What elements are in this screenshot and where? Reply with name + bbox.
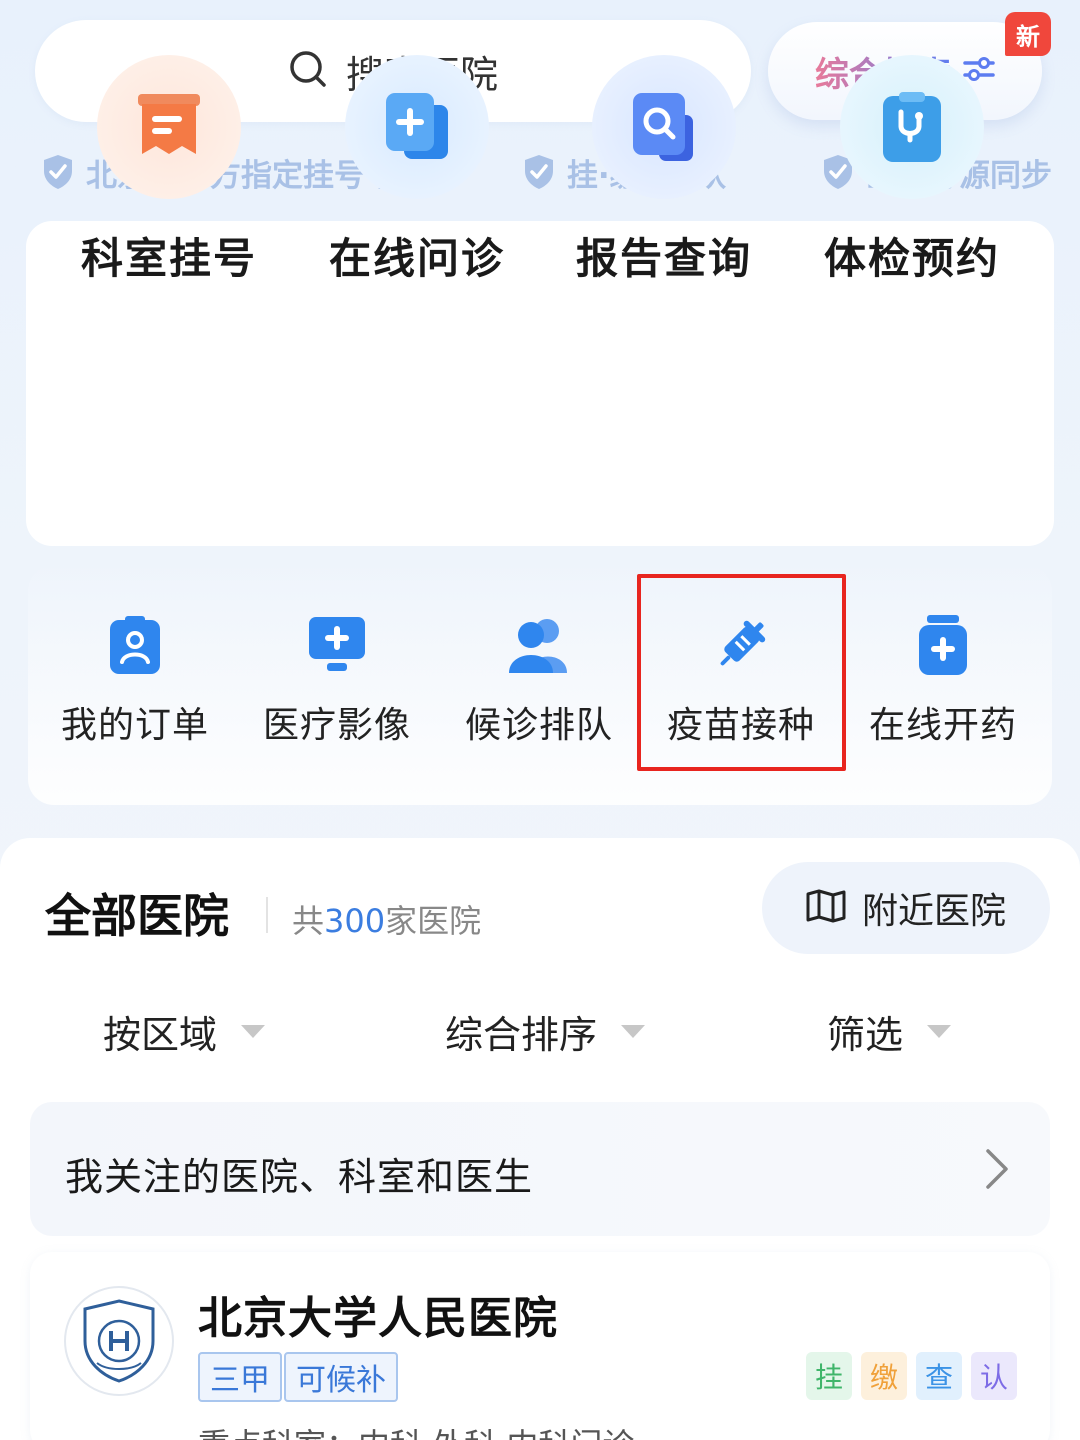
filter-label: 筛选: [827, 1013, 904, 1057]
department-register-icon: [97, 55, 241, 199]
tag-waitlist: 可候补: [284, 1352, 398, 1402]
medical-imaging-icon: [237, 610, 437, 680]
queue-icon: [439, 610, 639, 680]
secondary-label: 我的订单: [60, 705, 209, 746]
count-suffix: 家医院: [385, 902, 482, 940]
secondary-prescription[interactable]: 在线开药: [843, 610, 1043, 748]
service-report-search[interactable]: 报告查询: [549, 55, 779, 286]
count-prefix: 共: [292, 902, 325, 940]
new-badge: 新: [1005, 12, 1051, 56]
service-label: 科室挂号: [80, 234, 257, 283]
secondary-label: 候诊排队: [464, 705, 613, 746]
service-pay-badge: 缴: [861, 1352, 907, 1400]
filter-label: 综合排序: [445, 1013, 598, 1057]
hospital-card[interactable]: [30, 1252, 1050, 1440]
service-department-register[interactable]: 科室挂号: [54, 55, 284, 286]
order-icon: [35, 610, 235, 680]
caret-down-icon: [621, 1025, 646, 1038]
online-consult-icon: [345, 55, 489, 199]
checkup-appointment-icon: [840, 55, 984, 199]
prescription-icon: [843, 610, 1043, 680]
secondary-medical-imaging[interactable]: 医疗影像: [237, 610, 437, 748]
filter-sort[interactable]: 综合排序: [445, 1004, 646, 1059]
hospital-logo: [64, 1286, 174, 1396]
vaccine-highlight-box: [637, 574, 846, 771]
service-label: 体检预约: [823, 234, 1000, 283]
service-check-badge: 查: [916, 1352, 962, 1400]
nearby-hospitals-button[interactable]: 附近医院: [762, 862, 1050, 954]
secondary-my-orders[interactable]: 我的订单: [35, 610, 235, 748]
hospital-count: 共300家医院: [292, 896, 481, 942]
chevron-right-icon: [984, 1148, 1010, 1194]
service-register-badge: 挂: [806, 1352, 852, 1400]
tag-level: 三甲: [198, 1352, 282, 1402]
caret-down-icon: [927, 1025, 952, 1038]
service-checkup-appointment[interactable]: 体检预约: [797, 55, 1027, 286]
key-departments: 重点科室：内科 外科 内科门诊: [198, 1420, 634, 1440]
filter-region[interactable]: 按区域: [103, 1004, 266, 1059]
nearby-label: 附近医院: [861, 891, 1006, 932]
all-hospitals-title: 全部医院: [45, 889, 229, 943]
count-number: 300: [324, 902, 386, 940]
secondary-label: 医疗影像: [262, 705, 411, 746]
title-divider: [266, 897, 268, 933]
service-label: 报告查询: [575, 234, 752, 283]
map-icon: [806, 889, 846, 927]
service-label: 在线问诊: [328, 234, 505, 283]
filter-screen[interactable]: 筛选: [827, 1004, 952, 1059]
service-verify-badge: 认: [971, 1352, 1017, 1400]
service-online-consult[interactable]: 在线问诊: [302, 55, 532, 286]
filter-label: 按区域: [103, 1013, 218, 1057]
hospital-name: 北京大学人民医院: [198, 1293, 558, 1344]
secondary-queue[interactable]: 候诊排队: [439, 610, 639, 748]
report-search-icon: [592, 55, 736, 199]
secondary-label: 在线开药: [868, 705, 1017, 746]
followed-label: 我关注的医院、科室和医生: [65, 1155, 534, 1199]
caret-down-icon: [241, 1025, 266, 1038]
